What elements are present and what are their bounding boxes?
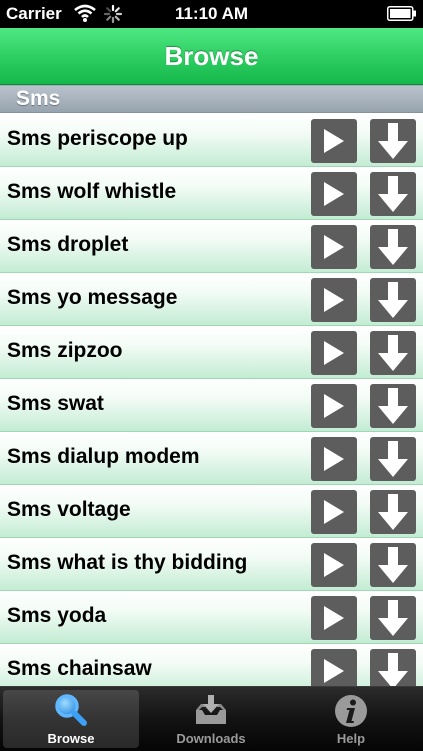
- download-button[interactable]: [370, 119, 416, 163]
- sound-name: Sms zipzoo: [7, 339, 123, 362]
- play-button[interactable]: [311, 172, 357, 216]
- sound-name: Sms yoda: [7, 604, 107, 627]
- list-item[interactable]: Sms yo message: [0, 273, 423, 326]
- battery-icon: [387, 6, 417, 26]
- list-item[interactable]: Sms voltage: [0, 485, 423, 538]
- play-icon: [324, 182, 344, 206]
- play-icon: [324, 288, 344, 312]
- sound-name: Sms what is thy bidding: [7, 551, 248, 574]
- sound-name: Sms droplet: [7, 233, 129, 256]
- play-button[interactable]: [311, 543, 357, 587]
- status-time: 11:10 AM: [174, 4, 249, 23]
- download-arrow-icon: [378, 388, 408, 424]
- play-icon: [324, 553, 344, 577]
- sound-name: Sms chainsaw: [7, 657, 152, 680]
- download-button[interactable]: [370, 172, 416, 216]
- download-arrow-icon: [378, 229, 408, 265]
- download-arrow-icon: [378, 600, 408, 636]
- play-button[interactable]: [311, 649, 357, 686]
- tab-downloads[interactable]: Downloads: [143, 690, 279, 748]
- sound-name: Sms voltage: [7, 498, 131, 521]
- play-icon: [324, 500, 344, 524]
- play-icon: [324, 341, 344, 365]
- info-icon: [283, 693, 419, 734]
- list-item[interactable]: Sms droplet: [0, 220, 423, 273]
- download-arrow-icon: [378, 547, 408, 583]
- download-arrow-icon: [378, 441, 408, 477]
- download-button[interactable]: [370, 596, 416, 640]
- play-icon: [324, 659, 344, 683]
- download-arrow-icon: [378, 123, 408, 159]
- navigation-bar: Browse: [0, 28, 423, 85]
- play-button[interactable]: [311, 490, 357, 534]
- tab-bar: Browse Downloads Help: [0, 686, 423, 751]
- tab-help[interactable]: Help: [283, 690, 419, 748]
- play-button[interactable]: [311, 596, 357, 640]
- play-button[interactable]: [311, 331, 357, 375]
- section-header: Sms: [0, 85, 423, 113]
- sound-name: Sms dialup modem: [7, 445, 200, 468]
- download-arrow-icon: [378, 653, 408, 686]
- sound-name: Sms swat: [7, 392, 104, 415]
- download-button[interactable]: [370, 225, 416, 269]
- sound-name: Sms yo message: [7, 286, 178, 309]
- tab-label: Downloads: [176, 731, 246, 746]
- play-button[interactable]: [311, 119, 357, 163]
- download-arrow-icon: [378, 176, 408, 212]
- search-icon: [3, 693, 139, 732]
- play-button[interactable]: [311, 437, 357, 481]
- download-button[interactable]: [370, 490, 416, 534]
- download-button[interactable]: [370, 437, 416, 481]
- status-bar: Carrier 11:10 AM: [0, 0, 423, 28]
- list-item[interactable]: Sms periscope up: [0, 114, 423, 167]
- download-arrow-icon: [378, 494, 408, 530]
- sound-name: Sms wolf whistle: [7, 180, 177, 203]
- list-item[interactable]: Sms wolf whistle: [0, 167, 423, 220]
- download-button[interactable]: [370, 384, 416, 428]
- sound-list[interactable]: Sms periscope up Sms wolf whistle Sms dr…: [0, 114, 423, 686]
- download-button[interactable]: [370, 278, 416, 322]
- play-icon: [324, 447, 344, 471]
- sound-name: Sms periscope up: [7, 127, 188, 150]
- play-icon: [324, 129, 344, 153]
- play-icon: [324, 606, 344, 630]
- download-arrow-icon: [378, 282, 408, 318]
- list-item[interactable]: Sms zipzoo: [0, 326, 423, 379]
- download-button[interactable]: [370, 649, 416, 686]
- list-item[interactable]: Sms what is thy bidding: [0, 538, 423, 591]
- list-item[interactable]: Sms swat: [0, 379, 423, 432]
- play-button[interactable]: [311, 384, 357, 428]
- play-button[interactable]: [311, 278, 357, 322]
- list-item[interactable]: Sms dialup modem: [0, 432, 423, 485]
- page-title: Browse: [164, 40, 259, 71]
- tab-label: Help: [336, 731, 366, 746]
- tab-label: Browse: [47, 731, 95, 746]
- section-title: Sms: [16, 87, 61, 110]
- play-icon: [324, 394, 344, 418]
- list-item[interactable]: Sms chainsaw: [0, 644, 423, 686]
- downloads-icon: [143, 693, 279, 732]
- tab-browse[interactable]: Browse: [3, 690, 139, 748]
- download-button[interactable]: [370, 543, 416, 587]
- download-button[interactable]: [370, 331, 416, 375]
- play-icon: [324, 235, 344, 259]
- play-button[interactable]: [311, 225, 357, 269]
- download-arrow-icon: [378, 335, 408, 371]
- list-item[interactable]: Sms yoda: [0, 591, 423, 644]
